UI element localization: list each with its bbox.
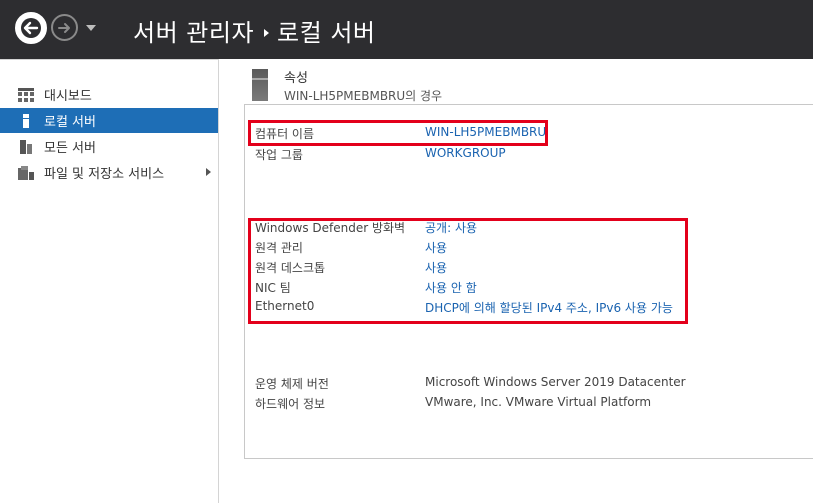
properties-subtitle: WIN-LH5PMEBMBRU의 경우 [284, 89, 443, 103]
breadcrumb-app: 서버 관리자 [133, 19, 255, 47]
sidebar-item-file-storage[interactable]: 파일 및 저장소 서비스 [0, 160, 218, 185]
local-server-icon [18, 113, 34, 128]
title-bar: 서버 관리자 로컬 서버 [0, 0, 813, 59]
sidebar-item-local-server[interactable]: 로컬 서버 [0, 108, 218, 133]
arrow-left-icon [23, 21, 39, 35]
property-value-link[interactable]: WORKGROUP [425, 146, 506, 160]
back-button[interactable] [15, 12, 47, 44]
property-label: 하드웨어 정보 [255, 397, 326, 411]
property-label: 작업 그룹 [255, 148, 303, 162]
dashboard-icon [18, 87, 34, 102]
history-dropdown-icon[interactable] [86, 24, 96, 32]
property-value: Microsoft Windows Server 2019 Datacenter [425, 375, 686, 389]
properties-title: 속성 [284, 71, 308, 86]
sidebar-item-label: 파일 및 저장소 서비스 [44, 167, 165, 182]
breadcrumb-page: 로컬 서버 [277, 19, 376, 47]
sidebar-item-dashboard[interactable]: 대시보드 [0, 82, 218, 107]
breadcrumb-separator-icon [264, 28, 270, 37]
highlight-box-computer-name [248, 120, 548, 146]
property-label: 운영 체제 버전 [255, 377, 329, 391]
sidebar-item-label: 로컬 서버 [44, 115, 96, 130]
server-icon [252, 69, 268, 101]
breadcrumb: 서버 관리자 로컬 서버 [133, 13, 375, 48]
highlight-box-network-settings [248, 218, 688, 324]
sidebar: 대시보드 로컬 서버 모든 서버 파일 및 저장소 서비스 [0, 59, 219, 503]
sidebar-item-label: 모든 서버 [44, 141, 96, 156]
expand-arrow-icon[interactable] [206, 168, 211, 176]
all-servers-icon [18, 139, 34, 154]
forward-button[interactable] [51, 14, 78, 41]
file-storage-icon [18, 165, 34, 180]
arrow-right-icon [57, 22, 70, 33]
sidebar-item-all-servers[interactable]: 모든 서버 [0, 134, 218, 159]
property-value: VMware, Inc. VMware Virtual Platform [425, 395, 652, 409]
sidebar-item-label: 대시보드 [44, 89, 92, 104]
